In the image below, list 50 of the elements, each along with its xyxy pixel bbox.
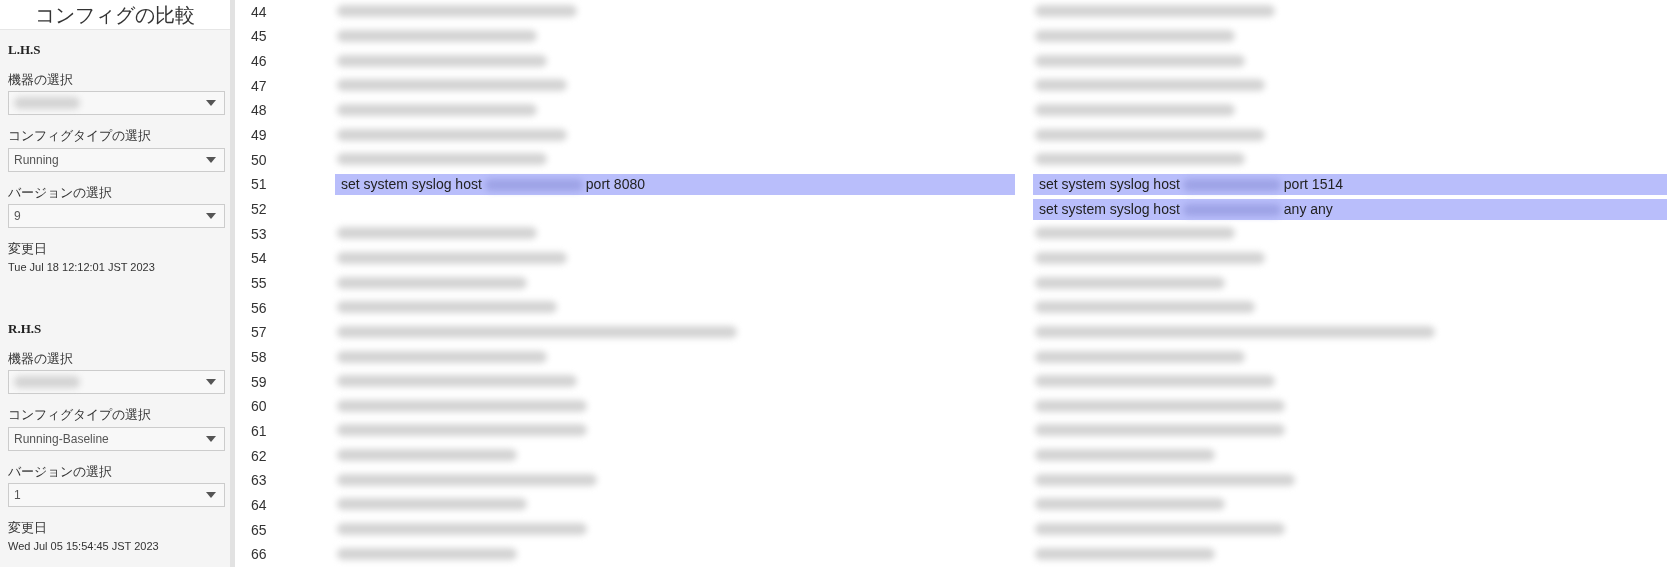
line-number: 52 [251,200,268,220]
line-number: 66 [251,545,268,565]
field-label: コンフィグタイプの選択 [8,127,152,145]
line-number: 47 [251,76,268,96]
line-number: 64 [251,495,268,515]
line-number: 54 [251,249,268,269]
field-label: バージョンの選択 [8,462,113,481]
select-field[interactable]: Running [8,147,225,172]
date-label: 変更日 [8,240,48,258]
line-number: 65 [251,520,268,540]
redacted-text [14,376,80,388]
field-label: コンフィグタイプの選択 [8,406,152,424]
line-number: 59 [251,372,268,392]
page-title: コンフィグの比較 [35,1,195,29]
select-field[interactable]: 9 [8,204,225,228]
line-number: 53 [251,224,268,244]
select-field[interactable] [8,370,225,394]
caret-icon [206,213,216,219]
section-heading: R.H.S [8,320,43,338]
caret-icon [206,156,216,163]
select-field[interactable] [8,91,225,115]
caret-icon [206,492,216,498]
line-number: 46 [251,52,268,72]
line-number: 44 [251,2,268,22]
line-number: 57 [251,323,268,343]
date-value: Tue Jul 18 12:12:01 JST 2023 [8,259,156,275]
line-number: 45 [251,27,268,47]
caret-icon [206,435,216,442]
field-label: バージョンの選択 [8,183,113,202]
line-number: 62 [251,446,268,466]
section-heading: L.H.S [8,41,42,59]
field-label: 機器の選択 [8,349,74,368]
line-number: 51 [251,175,268,195]
select-field[interactable]: 1 [8,483,225,507]
line-number: 50 [251,150,268,170]
line-number: 61 [251,422,268,441]
line-number: 56 [251,298,268,318]
field-label: 機器の選択 [8,70,74,89]
date-value: Wed Jul 05 15:54:45 JST 2023 [8,538,160,554]
line-number: 49 [251,126,268,146]
line-number: 58 [251,348,268,367]
caret-icon [206,100,216,106]
line-number: 60 [251,397,268,417]
redacted-text [14,97,80,109]
line-number: 63 [251,471,268,491]
select-field[interactable]: Running-Baseline [8,426,225,451]
line-number: 55 [251,274,268,294]
caret-icon [206,379,216,385]
line-number: 48 [251,101,268,121]
date-label: 変更日 [8,519,48,537]
